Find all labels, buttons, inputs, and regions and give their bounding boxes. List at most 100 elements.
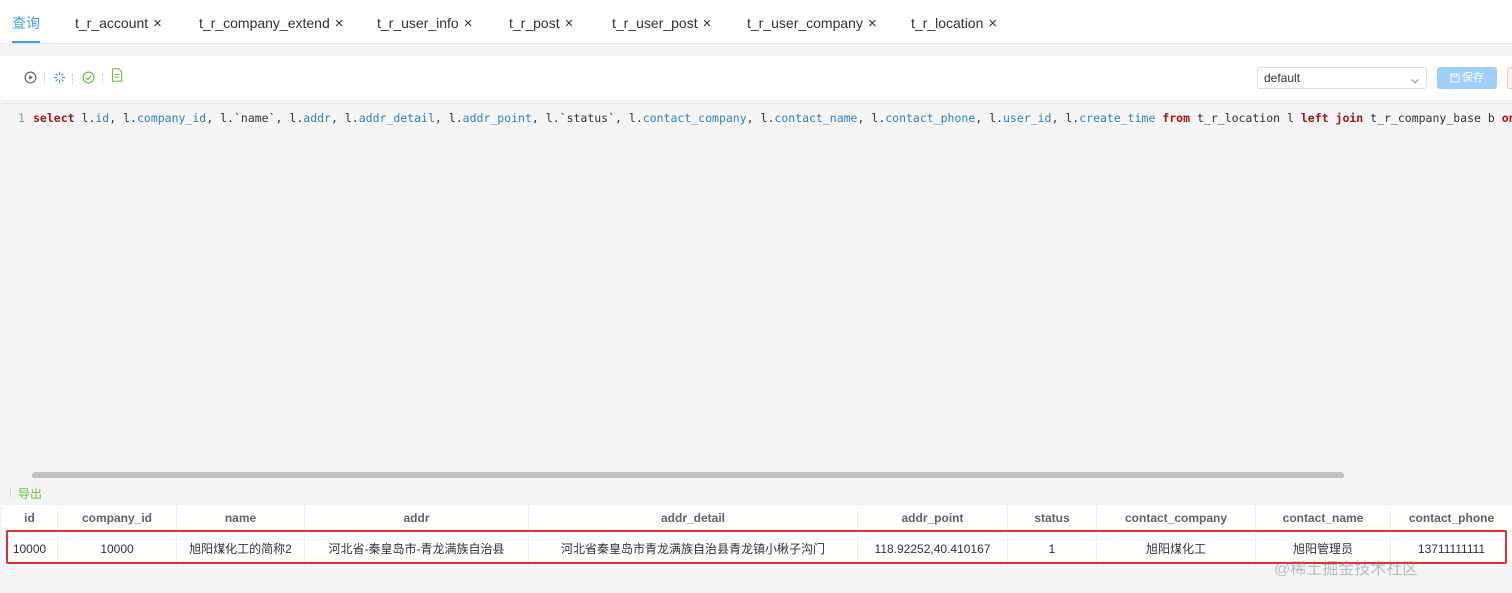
table-cell[interactable]: 10000	[58, 533, 177, 565]
column-header[interactable]: addr_detail	[529, 505, 858, 531]
column-header[interactable]: id	[2, 505, 58, 531]
sql-column: user_id	[1003, 111, 1052, 125]
sql-keyword: join	[1335, 111, 1364, 125]
datasource-value: default	[1264, 71, 1301, 85]
save-label: 保存	[1462, 72, 1484, 84]
tab-label: t_r_user_info	[377, 15, 459, 31]
tab-query[interactable]: 查询	[12, 0, 40, 44]
sql-column: contact_name	[774, 111, 858, 125]
sql-token: .	[552, 111, 560, 125]
column-header[interactable]: addr_point	[858, 505, 1008, 531]
sql-token: l	[123, 111, 131, 125]
watermark: @稀土掘金技术社区	[1274, 561, 1419, 578]
format-icon[interactable]	[52, 70, 66, 84]
result-toolbar: 导出	[2, 482, 1512, 504]
sql-token: l	[545, 111, 553, 125]
table-header: id company_id name addr addr_detail addr…	[2, 505, 1512, 532]
sql-column: id	[95, 111, 110, 125]
close-icon[interactable]: ×	[565, 15, 574, 32]
run-icon[interactable]	[23, 70, 37, 84]
sql-keyword: on	[1501, 111, 1512, 125]
toolbar-divider	[10, 488, 11, 498]
column-header[interactable]: status	[1008, 505, 1097, 531]
tab-label: t_r_company_extend	[199, 15, 330, 31]
sql-token: ,	[434, 111, 442, 125]
delete-button[interactable]	[1507, 67, 1512, 89]
editor-toolbar: default 保存	[0, 56, 1512, 100]
sql-column: addr	[303, 111, 331, 125]
sql-token: l	[220, 111, 228, 125]
table-cell[interactable]: 1	[1008, 533, 1097, 565]
sql-column: contact_company	[642, 111, 747, 125]
sql-token: .	[455, 111, 463, 125]
sql-token: l	[1287, 111, 1294, 125]
save-button[interactable]: 保存	[1437, 67, 1497, 89]
chevron-down-icon	[1410, 72, 1420, 92]
table-cell[interactable]: 旭阳煤化工的简称2	[177, 533, 305, 565]
tab-t-r-user-info[interactable]: t_r_user_info ×	[377, 0, 472, 44]
sql-token: .	[996, 111, 1003, 125]
table-cell[interactable]: 10000	[2, 533, 58, 565]
line-gutter: 1	[2, 104, 32, 478]
sql-code-line[interactable]: select l.id, l.company_id, l.`name`, l.a…	[33, 110, 1512, 126]
toolbar-divider	[72, 74, 73, 84]
toolbar-divider	[102, 74, 103, 84]
close-icon[interactable]: ×	[153, 15, 162, 32]
table-cell[interactable]: 旭阳煤化工	[1097, 533, 1256, 565]
column-header[interactable]: addr	[305, 505, 529, 531]
check-icon[interactable]	[81, 70, 95, 84]
tab-t-r-user-post[interactable]: t_r_user_post ×	[612, 0, 711, 44]
toolbar-divider	[44, 74, 45, 84]
column-header[interactable]: company_id	[58, 505, 177, 531]
horizontal-scrollbar[interactable]	[32, 472, 1344, 478]
sql-token: ,	[746, 111, 754, 125]
close-icon[interactable]: ×	[703, 15, 712, 32]
sql-editor[interactable]: 1 select l.id, l.company_id, l.`name`, l…	[2, 103, 1512, 478]
table-cell[interactable]: 河北省秦皇岛市青龙满族自治县青龙镇小楸子沟门	[529, 533, 858, 565]
sql-keyword: select	[33, 111, 75, 125]
column-header[interactable]: name	[177, 505, 305, 531]
close-icon[interactable]: ×	[464, 15, 473, 32]
sql-column: create_time	[1079, 111, 1156, 125]
sql-column: addr_detail	[358, 111, 435, 125]
sql-keyword: from	[1162, 111, 1191, 125]
tab-t-r-company-extend[interactable]: t_r_company_extend ×	[199, 0, 344, 44]
datasource-select[interactable]: default	[1257, 67, 1427, 89]
column-header[interactable]: contact_name	[1256, 505, 1391, 531]
sql-token: t_r_location	[1196, 111, 1281, 125]
sql-token: ,	[330, 111, 338, 125]
table-cell[interactable]: 河北省-秦皇岛市-青龙满族自治县	[305, 533, 529, 565]
tab-t-r-user-company[interactable]: t_r_user_company ×	[747, 0, 877, 44]
close-icon[interactable]: ×	[868, 15, 877, 32]
sql-token: .	[130, 111, 137, 125]
table-cell[interactable]: 118.92252,40.410167	[858, 533, 1008, 565]
tab-t-r-location[interactable]: t_r_location ×	[911, 0, 997, 44]
sql-column: addr_point	[462, 111, 532, 125]
export-button[interactable]: 导出	[18, 485, 42, 502]
close-icon[interactable]: ×	[988, 15, 997, 32]
tab-label: t_r_user_post	[612, 15, 698, 31]
sql-column: contact_phone	[885, 111, 976, 125]
sql-token: `status`	[559, 111, 616, 125]
sql-token: l	[628, 111, 636, 125]
sql-token: .	[227, 111, 234, 125]
tab-label: t_r_location	[911, 15, 984, 31]
save-icon	[1450, 73, 1460, 83]
tab-label: t_r_post	[509, 15, 560, 31]
sql-token: .	[635, 111, 643, 125]
column-header[interactable]: contact_company	[1097, 505, 1256, 531]
document-icon[interactable]	[110, 68, 124, 82]
close-icon[interactable]: ×	[335, 15, 344, 32]
tab-t-r-post[interactable]: t_r_post ×	[509, 0, 573, 44]
column-header[interactable]: contact_phone	[1391, 505, 1512, 531]
sql-token: b	[1487, 111, 1495, 125]
tab-t-r-account[interactable]: t_r_account ×	[75, 0, 162, 44]
